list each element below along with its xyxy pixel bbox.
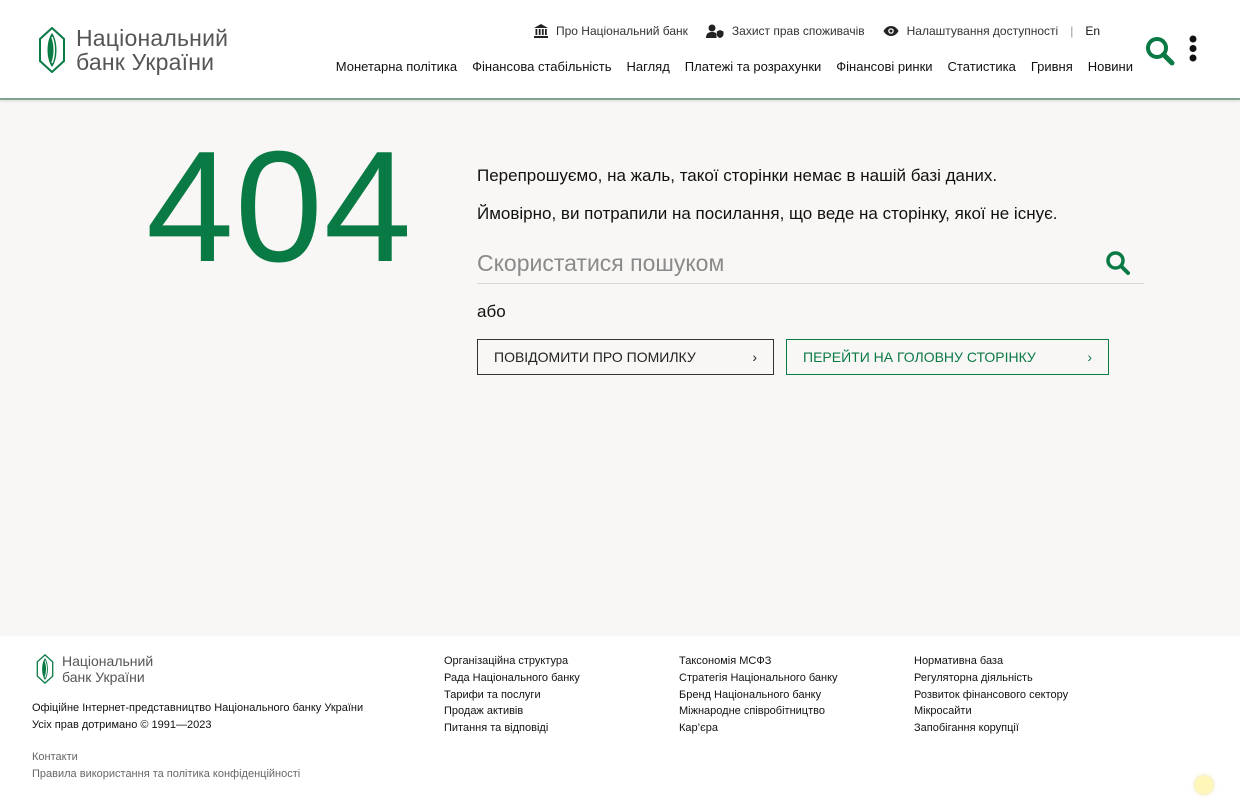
go-home-label: ПЕРЕЙТИ НА ГОЛОВНУ СТОРІНКУ bbox=[803, 349, 1036, 365]
site-header: Національний банк України Про Національн… bbox=[0, 0, 1240, 100]
top-utility-nav: Про Національний банк Захист прав спожив… bbox=[516, 24, 1100, 38]
top-link-accessibility-label: Налаштування доступності bbox=[906, 24, 1059, 38]
footer-copyright: Усіх прав дотримано © 1991—2023 bbox=[32, 719, 212, 731]
go-home-button[interactable]: ПЕРЕЙТИ НА ГОЛОВНУ СТОРІНКУ › bbox=[786, 339, 1109, 375]
footer-link[interactable]: Мікросайти bbox=[914, 703, 1068, 720]
top-nav-separator: | bbox=[1070, 24, 1074, 38]
footer-link[interactable]: Міжнародне співробітництво bbox=[679, 703, 838, 720]
error-message-2: Ймовірно, ви потрапили на посилання, що … bbox=[477, 204, 1058, 223]
footer-link[interactable]: Питання та відповіді bbox=[444, 720, 580, 737]
footer-link[interactable]: Регуляторна діяльність bbox=[914, 670, 1068, 687]
search-box bbox=[477, 244, 1144, 284]
top-link-accessibility[interactable]: Налаштування доступності bbox=[883, 24, 1059, 38]
chevron-right-icon: › bbox=[752, 349, 757, 365]
top-link-about[interactable]: Про Національний банк bbox=[533, 24, 688, 38]
footer-link-privacy[interactable]: Правила використання та політика конфіде… bbox=[32, 768, 300, 780]
more-menu-icon[interactable] bbox=[1186, 34, 1200, 64]
footer-link[interactable]: Таксономія МСФЗ bbox=[679, 653, 838, 670]
nav-financial-stability[interactable]: Фінансова стабільність bbox=[472, 59, 611, 74]
footer-logo-line-1: Національний bbox=[62, 653, 154, 669]
logo-line-2: банк України bbox=[76, 49, 215, 75]
floating-badge-icon[interactable] bbox=[1195, 776, 1213, 794]
logo-line-1: Національний bbox=[76, 25, 229, 51]
footer-link[interactable]: Продаж активів bbox=[444, 703, 580, 720]
nav-statistics[interactable]: Статистика bbox=[948, 59, 1016, 74]
footer-link[interactable]: Нормативна база bbox=[914, 653, 1068, 670]
nbu-logo[interactable]: Національний банк України bbox=[38, 26, 228, 74]
footer-column-1: Організаційна структура Рада Національно… bbox=[444, 653, 580, 737]
error-code: 404 bbox=[146, 119, 413, 295]
nav-monetary-policy[interactable]: Монетарна політика bbox=[336, 59, 457, 74]
footer-official-text: Офіційне Інтернет-представництво Націона… bbox=[32, 702, 364, 714]
bank-icon bbox=[533, 24, 548, 38]
nav-supervision[interactable]: Нагляд bbox=[627, 59, 670, 74]
footer-link[interactable]: Запобігання корупції bbox=[914, 720, 1068, 737]
top-link-about-label: Про Національний банк bbox=[555, 24, 688, 38]
footer-link[interactable]: Стратегія Національного банку bbox=[679, 670, 838, 687]
footer-link-contacts[interactable]: Контакти bbox=[32, 751, 78, 763]
search-input[interactable] bbox=[477, 244, 1087, 282]
footer-logo-line-2: банк України bbox=[62, 669, 145, 685]
search-submit-icon[interactable] bbox=[1105, 250, 1131, 276]
report-error-label: ПОВІДОМИТИ ПРО ПОМИЛКУ bbox=[494, 349, 696, 365]
footer-column-2: Таксономія МСФЗ Стратегія Національного … bbox=[679, 653, 838, 737]
nbu-logo-icon bbox=[36, 654, 54, 684]
footer-link[interactable]: Розвиток фінансового сектору bbox=[914, 687, 1068, 704]
user-shield-icon bbox=[705, 24, 724, 38]
top-link-consumer-label: Захист прав споживачів bbox=[731, 24, 865, 38]
report-error-button[interactable]: ПОВІДОМИТИ ПРО ПОМИЛКУ › bbox=[477, 339, 774, 375]
main-nav: Монетарна політика Фінансова стабільніст… bbox=[321, 59, 1133, 74]
eye-icon bbox=[883, 26, 899, 36]
nav-news[interactable]: Новини bbox=[1088, 59, 1133, 74]
chevron-right-icon: › bbox=[1087, 349, 1092, 365]
nav-payments[interactable]: Платежі та розрахунки bbox=[685, 59, 821, 74]
footer-logo[interactable]: Національний банк України bbox=[36, 653, 153, 685]
error-message-1: Перепрошуємо, на жаль, такої сторінки не… bbox=[477, 166, 998, 185]
language-switch-en[interactable]: En bbox=[1085, 24, 1100, 38]
footer-link[interactable]: Кар’єра bbox=[679, 720, 838, 737]
or-text: або bbox=[477, 302, 506, 321]
site-footer: Національний банк України Офіційне Інтер… bbox=[0, 636, 1240, 800]
footer-link[interactable]: Організаційна структура bbox=[444, 653, 580, 670]
footer-link[interactable]: Тарифи та послуги bbox=[444, 687, 580, 704]
nbu-logo-icon bbox=[39, 27, 65, 73]
nav-financial-markets[interactable]: Фінансові ринки bbox=[836, 59, 932, 74]
footer-link[interactable]: Бренд Національного банку bbox=[679, 687, 838, 704]
nav-hryvnia[interactable]: Гривня bbox=[1031, 59, 1073, 74]
top-link-consumer-protection[interactable]: Захист прав споживачів bbox=[705, 24, 865, 38]
header-search-icon[interactable] bbox=[1145, 36, 1175, 66]
footer-column-3: Нормативна база Регуляторна діяльність Р… bbox=[914, 653, 1068, 737]
footer-link[interactable]: Рада Національного банку bbox=[444, 670, 580, 687]
